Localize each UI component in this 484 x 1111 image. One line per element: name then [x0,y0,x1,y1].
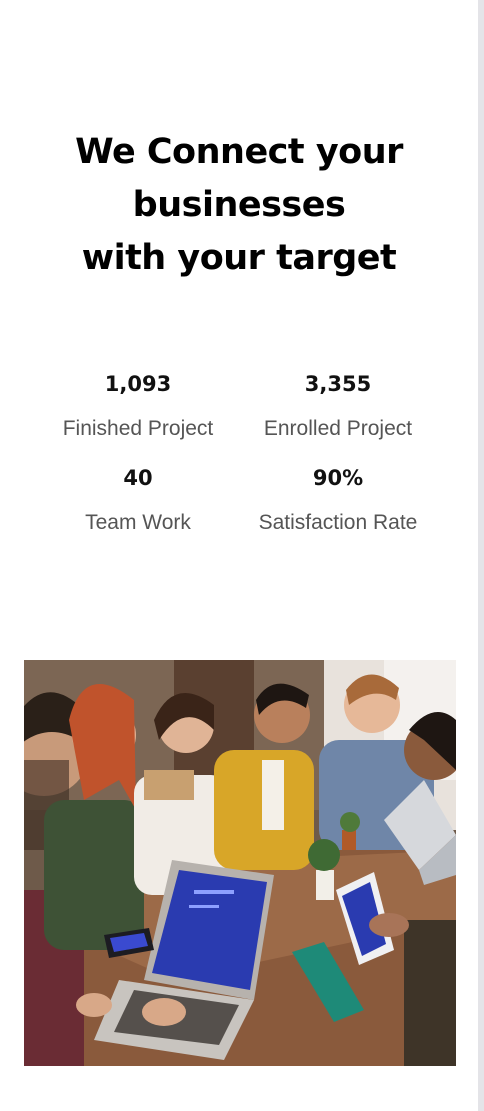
hero-title-line-2: businesses [132,185,346,225]
stat-label: Satisfaction Rate [258,511,418,534]
stat-value: 1,093 [104,372,172,396]
stat-enrolled-project: 3,355 Enrolled Project [238,366,438,446]
stat-team-work: 40 Team Work [38,460,238,540]
stat-value: 40 [123,466,153,490]
stat-label: Finished Project [62,417,214,440]
stat-label: Team Work [85,511,191,534]
page: We Connect your businesses with your tar… [0,0,484,1111]
stats-grid: 1,093 Finished Project 3,355 Enrolled Pr… [38,366,438,540]
team-meeting-photo [24,660,456,1066]
stat-value: 3,355 [304,372,372,396]
stat-finished-project: 1,093 Finished Project [38,366,238,446]
stat-label: Enrolled Project [263,417,413,440]
hero-title-line-3: with your target [81,238,397,278]
stat-satisfaction-rate: 90% Satisfaction Rate [238,460,438,540]
hero-title-line-1: We Connect your [75,132,403,172]
stat-value: 90% [312,466,364,490]
scrollbar[interactable] [478,0,484,1111]
hero-title: We Connect your businesses with your tar… [0,126,478,285]
scrollbar-thumb[interactable] [478,0,484,1111]
